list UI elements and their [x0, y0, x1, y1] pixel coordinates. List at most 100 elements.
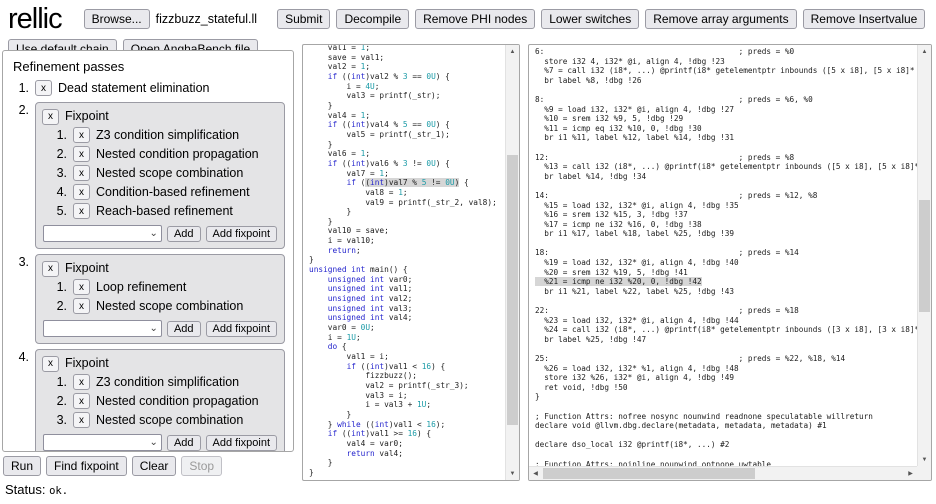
- add-button[interactable]: Add: [167, 435, 201, 451]
- pass-select[interactable]: ⌄: [43, 320, 162, 337]
- code-line[interactable]: [535, 431, 917, 441]
- code-line[interactable]: 6: ; preds = %0: [535, 47, 917, 57]
- remove-pass-button[interactable]: x: [42, 261, 59, 277]
- code-line[interactable]: %20 = srem i32 %19, 5, !dbg !41: [535, 268, 917, 278]
- code-line[interactable]: val8 = 1;: [309, 188, 505, 198]
- remove-pass-button[interactable]: x: [73, 279, 90, 295]
- ir-vertical-scrollbar[interactable]: ▲ ▼: [917, 45, 931, 466]
- code-line[interactable]: val7 = 1;: [309, 169, 505, 179]
- find-fixpoint-button[interactable]: Find fixpoint: [46, 456, 127, 476]
- scroll-right-icon[interactable]: ▶: [904, 467, 917, 480]
- code-line[interactable]: %15 = load i32, i32* @i, align 4, !dbg !…: [535, 201, 917, 211]
- code-line[interactable]: %10 = srem i32 %9, 5, !dbg !29: [535, 114, 917, 124]
- code-line[interactable]: %26 = load i32, i32* %1, align 4, !dbg !…: [535, 364, 917, 374]
- code-line[interactable]: val1 = i;: [309, 352, 505, 362]
- code-line[interactable]: val2 = 1;: [309, 62, 505, 72]
- code-line[interactable]: val2 = printf(_str_3);: [309, 381, 505, 391]
- code-line[interactable]: i = 1U;: [309, 333, 505, 343]
- code-line[interactable]: store i32 %26, i32* @i, align 4, !dbg !4…: [535, 373, 917, 383]
- code-line[interactable]: if ((int)val2 % 3 == 0U) {: [309, 72, 505, 82]
- pass-select[interactable]: ⌄: [43, 434, 162, 451]
- code-line[interactable]: br i1 %17, label %18, label %25, !dbg !3…: [535, 229, 917, 239]
- code-line[interactable]: val9 = printf(_str_2, val8);: [309, 198, 505, 208]
- header-action-button[interactable]: Remove Insertvalue: [803, 9, 926, 29]
- code-line[interactable]: if ((int)val1 < 16) {: [309, 362, 505, 372]
- code-line[interactable]: br label %8, !dbg !26: [535, 76, 917, 86]
- remove-pass-button[interactable]: x: [73, 165, 90, 181]
- code-line[interactable]: } while ((int)val1 < 16);: [309, 420, 505, 430]
- ir-hscrollbar-thumb[interactable]: [543, 468, 755, 479]
- scroll-up-icon[interactable]: ▲: [506, 45, 519, 58]
- code-line[interactable]: val5 = printf(_str_1);: [309, 130, 505, 140]
- code-line[interactable]: 12: ; preds = %8: [535, 153, 917, 163]
- code-line[interactable]: br i1 %21, label %22, label %25, !dbg !4…: [535, 287, 917, 297]
- code-line[interactable]: declare void @llvm.dbg.declare(metadata,…: [535, 421, 917, 431]
- code-line[interactable]: %9 = load i32, i32* @i, align 4, !dbg !2…: [535, 105, 917, 115]
- code-line[interactable]: [535, 450, 917, 460]
- clear-button[interactable]: Clear: [132, 456, 177, 476]
- code-line[interactable]: if ((int)val7 % 5 != 0U) {: [309, 178, 505, 188]
- ir-code-view[interactable]: 6: ; preds = %0 store i32 4, i32* @i, al…: [529, 45, 917, 466]
- code-line[interactable]: [535, 296, 917, 306]
- scroll-down-icon[interactable]: ▼: [918, 453, 931, 466]
- code-line[interactable]: val3 = i;: [309, 391, 505, 401]
- code-line[interactable]: [535, 239, 917, 249]
- c-code-panel[interactable]: val1 = 1; save = val1; val2 = 1; if ((in…: [302, 44, 520, 481]
- code-line[interactable]: i = val3 + 1U;: [309, 400, 505, 410]
- code-line[interactable]: br label %14, !dbg !34: [535, 172, 917, 182]
- add-fixpoint-button[interactable]: Add fixpoint: [206, 435, 277, 451]
- code-line[interactable]: br label %25, !dbg !47: [535, 335, 917, 345]
- code-line[interactable]: unsigned int val2;: [309, 294, 505, 304]
- add-fixpoint-button[interactable]: Add fixpoint: [206, 321, 277, 337]
- remove-pass-button[interactable]: x: [73, 393, 90, 409]
- code-line[interactable]: unsigned int val3;: [309, 304, 505, 314]
- remove-pass-button[interactable]: x: [73, 412, 90, 428]
- code-line[interactable]: }: [309, 140, 505, 150]
- code-line[interactable]: %13 = call i32 (i8*, ...) @printf(i8* ge…: [535, 162, 917, 172]
- browse-button[interactable]: Browse...: [84, 9, 150, 29]
- code-line[interactable]: if ((int)val6 % 3 != 0U) {: [309, 159, 505, 169]
- remove-pass-button[interactable]: x: [73, 127, 90, 143]
- code-line[interactable]: return val4;: [309, 449, 505, 459]
- c-vertical-scrollbar[interactable]: ▲ ▼: [505, 45, 519, 480]
- remove-pass-button[interactable]: x: [73, 203, 90, 219]
- header-action-button[interactable]: Lower switches: [541, 9, 639, 29]
- ir-horizontal-scrollbar[interactable]: ◀ ▶: [529, 466, 917, 480]
- code-line[interactable]: store i32 4, i32* @i, align 4, !dbg !23: [535, 57, 917, 67]
- remove-pass-button[interactable]: x: [42, 109, 59, 125]
- pass-select[interactable]: ⌄: [43, 225, 162, 242]
- code-line[interactable]: unsigned int val1;: [309, 284, 505, 294]
- code-line[interactable]: [535, 402, 917, 412]
- c-scrollbar-thumb[interactable]: [507, 155, 518, 425]
- ir-scrollbar-thumb[interactable]: [919, 200, 930, 312]
- code-line[interactable]: 14: ; preds = %12, %8: [535, 191, 917, 201]
- code-line[interactable]: %17 = icmp ne i32 %16, 0, !dbg !38: [535, 220, 917, 230]
- code-line[interactable]: 22: ; preds = %18: [535, 306, 917, 316]
- code-line[interactable]: val4 = 1;: [309, 111, 505, 121]
- code-line[interactable]: val4 = var0;: [309, 439, 505, 449]
- code-line[interactable]: }: [309, 255, 505, 265]
- code-line[interactable]: return;: [309, 246, 505, 256]
- remove-pass-button[interactable]: x: [73, 374, 90, 390]
- c-code-view[interactable]: val1 = 1; save = val1; val2 = 1; if ((in…: [303, 44, 505, 480]
- code-line[interactable]: val6 = 1;: [309, 149, 505, 159]
- code-line[interactable]: val3 = printf(_str);: [309, 91, 505, 101]
- code-line[interactable]: [535, 181, 917, 191]
- remove-pass-button[interactable]: x: [73, 184, 90, 200]
- remove-pass-button[interactable]: x: [35, 80, 52, 96]
- code-line[interactable]: do {: [309, 342, 505, 352]
- code-line[interactable]: save = val1;: [309, 53, 505, 63]
- code-line[interactable]: fizzbuzz();: [309, 371, 505, 381]
- header-action-button[interactable]: Remove array arguments: [645, 9, 796, 29]
- code-line[interactable]: declare dso_local i32 @printf(i8*, ...) …: [535, 440, 917, 450]
- run-button[interactable]: Run: [3, 456, 41, 476]
- code-line[interactable]: unsigned int var0;: [309, 275, 505, 285]
- code-line[interactable]: val10 = save;: [309, 226, 505, 236]
- code-line[interactable]: if ((int)val1 >= 16) {: [309, 429, 505, 439]
- code-line[interactable]: 18: ; preds = %14: [535, 248, 917, 258]
- code-line[interactable]: var0 = 0U;: [309, 323, 505, 333]
- scroll-down-icon[interactable]: ▼: [506, 467, 519, 480]
- code-line[interactable]: i = 4U;: [309, 82, 505, 92]
- code-line[interactable]: %21 = icmp ne i32 %20, 0, !dbg !42: [535, 277, 917, 287]
- code-line[interactable]: 25: ; preds = %22, %18, %14: [535, 354, 917, 364]
